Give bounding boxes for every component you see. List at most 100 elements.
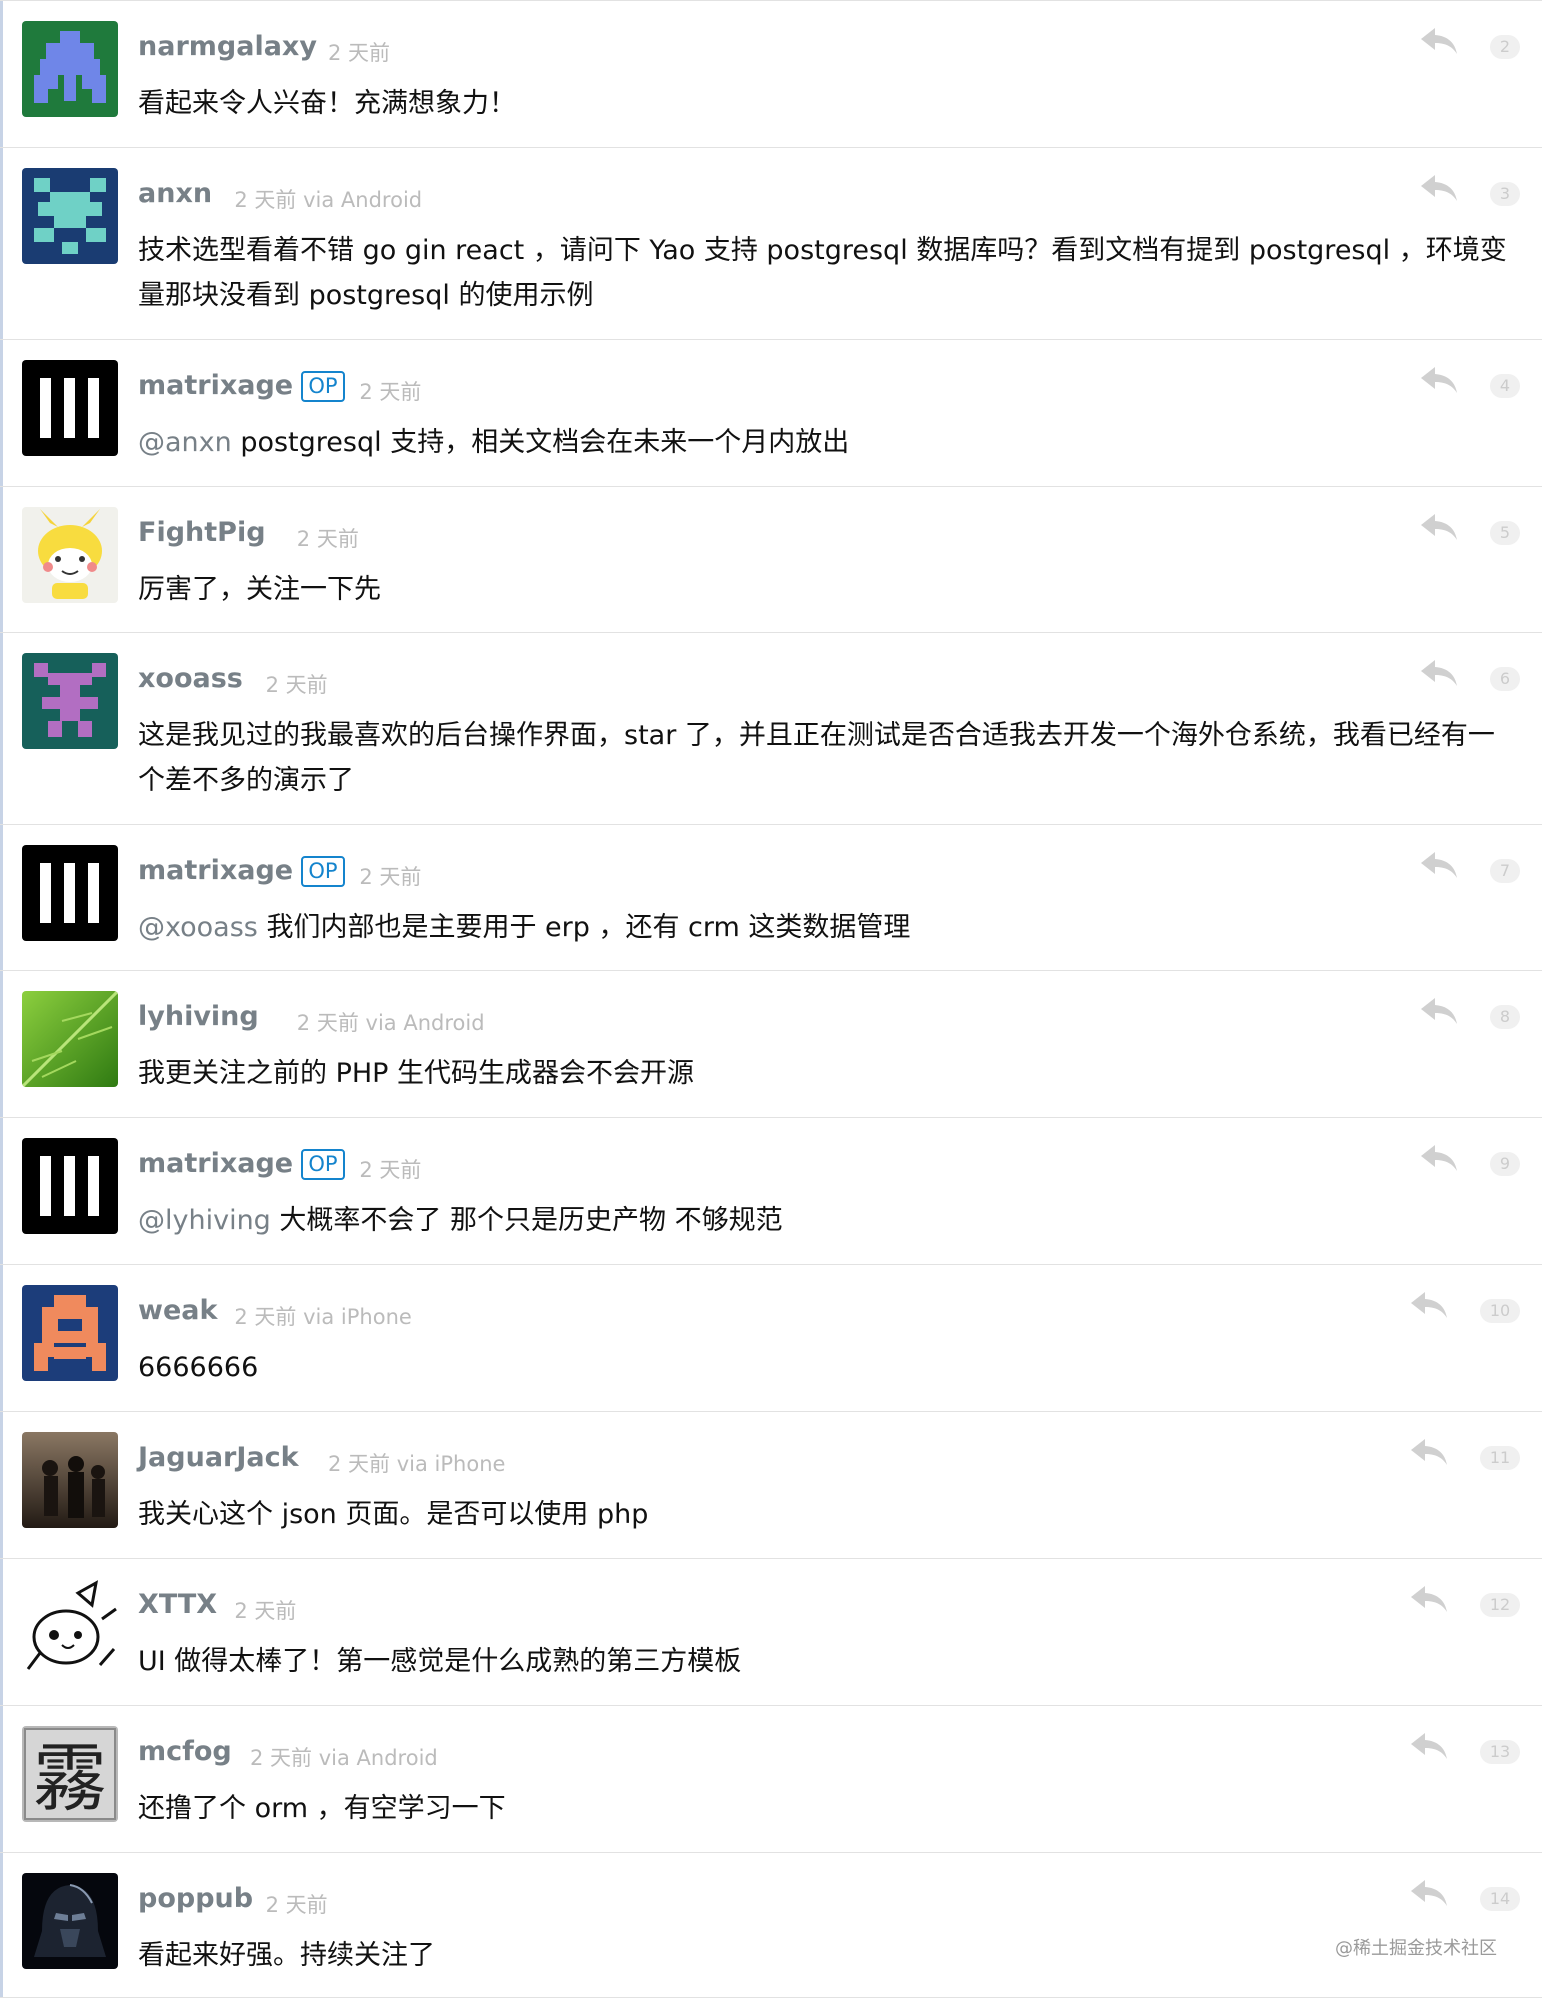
- reply-arrow-icon: [1421, 514, 1457, 540]
- username-link[interactable]: matrixage: [138, 370, 293, 401]
- reply-icon[interactable]: [1410, 1437, 1448, 1467]
- reply-time: 2 天前: [234, 1305, 297, 1329]
- floor-number-badge: 4: [1490, 374, 1520, 398]
- mention-link[interactable]: xooass: [165, 912, 258, 943]
- reply-text: postgresql 支持，相关文档会在未来一个月内放出: [231, 427, 850, 458]
- watermark: @稀土掘金技术社区: [1335, 1938, 1497, 1959]
- reply-meta: 2 天前: [234, 1595, 296, 1625]
- reply-text: 厉害了，关注一下先: [138, 574, 381, 605]
- reply-meta: 2 天前: [266, 669, 328, 699]
- reply-item: xooass 2 天前这是我见过的我最喜欢的后台操作界面，star 了，并且正在测…: [0, 632, 1542, 824]
- reply-icon[interactable]: [1420, 26, 1458, 56]
- username-link[interactable]: FightPig: [138, 517, 266, 548]
- reply-content: UI 做得太棒了！第一感觉是什么成熟的第三方模板: [138, 1639, 1513, 1684]
- reply-time: 2 天前: [296, 1011, 359, 1035]
- username-link[interactable]: lyhiving: [138, 1001, 259, 1032]
- reply-item: weak 2 天前 via iPhone 6666666 10: [0, 1264, 1542, 1411]
- reply-item: XTTX 2 天前 UI 做得太棒了！第一感觉是什么成熟的第三方模板 12: [0, 1558, 1542, 1705]
- reply-text: 看起来好强。持续关注了: [138, 1940, 435, 1971]
- reply-accent-bar: [0, 1265, 3, 1411]
- username-link[interactable]: XTTX: [138, 1589, 217, 1620]
- reply-icon[interactable]: [1420, 850, 1458, 880]
- reply-time: 2 天前: [296, 527, 359, 551]
- matrixage-avatar: [22, 1138, 118, 1234]
- reply-item: matrixage OP 2 天前 @xooass 我们内部也是主要用于 erp ，还…: [0, 824, 1542, 970]
- reply-icon[interactable]: [1420, 512, 1458, 542]
- reply-arrow-icon: [1411, 1292, 1447, 1318]
- reply-text: 我更关注之前的 PHP 生代码生成器会不会开源: [138, 1058, 695, 1089]
- avatar[interactable]: [22, 168, 118, 264]
- username-link[interactable]: matrixage: [138, 1148, 293, 1179]
- op-badge: OP: [301, 1149, 345, 1180]
- reply-icon[interactable]: [1410, 1878, 1448, 1908]
- reply-arrow-icon: [1421, 28, 1457, 54]
- lyhiving-avatar: [22, 991, 118, 1087]
- avatar[interactable]: [22, 1285, 118, 1381]
- mention-link[interactable]: @: [138, 427, 165, 458]
- reply-icon[interactable]: [1420, 365, 1458, 395]
- reply-accent-bar: [0, 1559, 3, 1705]
- reply-arrow-icon: [1411, 1439, 1447, 1465]
- avatar[interactable]: [22, 991, 118, 1087]
- floor-number-badge: 11: [1480, 1446, 1520, 1470]
- weak-avatar: [22, 1285, 118, 1381]
- reply-arrow-icon: [1411, 1880, 1447, 1906]
- avatar[interactable]: [22, 1873, 118, 1969]
- reply-icon[interactable]: [1410, 1290, 1448, 1320]
- avatar[interactable]: [22, 21, 118, 117]
- reply-icon[interactable]: [1410, 1731, 1448, 1761]
- avatar[interactable]: [22, 360, 118, 456]
- avatar[interactable]: [22, 1138, 118, 1234]
- username-link[interactable]: narmgalaxy: [138, 31, 317, 62]
- reply-icon[interactable]: [1420, 658, 1458, 688]
- mention-link[interactable]: @: [138, 1205, 165, 1236]
- reply-icon[interactable]: [1420, 996, 1458, 1026]
- username-link[interactable]: poppub: [138, 1883, 253, 1914]
- username-link[interactable]: xooass: [138, 663, 243, 694]
- reply-icon[interactable]: [1420, 173, 1458, 203]
- floor-number-badge: 12: [1480, 1593, 1520, 1617]
- reply-accent-bar: [0, 1853, 3, 1997]
- reply-device: via Android: [318, 1746, 438, 1770]
- avatar[interactable]: [22, 845, 118, 941]
- reply-content: 还撸了个 orm ，有空学习一下: [138, 1786, 1513, 1831]
- reply-arrow-icon: [1411, 1586, 1447, 1612]
- avatar[interactable]: [22, 507, 118, 603]
- username-link[interactable]: anxn: [138, 178, 212, 209]
- avatar[interactable]: [22, 1432, 118, 1528]
- mention-link[interactable]: lyhiving: [165, 1205, 271, 1236]
- reply-item: lyhiving 2 天前 via Android 我更关注之前的 PHP 生代码生…: [0, 970, 1542, 1117]
- reply-content: 6666666: [138, 1345, 1513, 1390]
- username-link[interactable]: mcfog: [138, 1736, 232, 1767]
- mcfog-avatar: 霧: [22, 1726, 118, 1822]
- floor-number-badge: 3: [1490, 182, 1520, 206]
- avatar[interactable]: [22, 1579, 118, 1675]
- mention-link[interactable]: @: [138, 912, 165, 943]
- reply-accent-bar: [0, 1, 3, 147]
- reply-meta: 2 天前: [328, 37, 390, 67]
- reply-device: via Android: [365, 1011, 485, 1035]
- reply-icon[interactable]: [1410, 1584, 1448, 1614]
- reply-item: poppub 2 天前 看起来好强。持续关注了 14: [0, 1852, 1542, 1998]
- reply-content: @anxn postgresql 支持，相关文档会在未来一个月内放出: [138, 420, 1513, 465]
- reply-content: @lyhiving 大概率不会了 那个只是历史产物 不够规范: [138, 1198, 1513, 1243]
- avatar[interactable]: [22, 653, 118, 749]
- reply-accent-bar: [0, 1118, 3, 1264]
- mention-link[interactable]: anxn: [165, 427, 232, 458]
- reply-item: FightPig 2 天前 厉害了，关注一下先 5: [0, 486, 1542, 632]
- reply-device: via iPhone: [396, 1452, 506, 1476]
- reply-device: via iPhone: [303, 1305, 412, 1329]
- username-link[interactable]: weak: [138, 1295, 217, 1326]
- username-link[interactable]: JaguarJack: [138, 1442, 299, 1473]
- username-link[interactable]: matrixage: [138, 855, 293, 886]
- floor-number-badge: 10: [1480, 1299, 1520, 1323]
- floor-number-badge: 14: [1480, 1887, 1520, 1911]
- reply-content: 看起来好强。持续关注了: [138, 1933, 1513, 1978]
- reply-text: 这是我见过的我最喜欢的后台操作界面，star 了，并且正在测试是否合适我去开发一…: [138, 720, 1495, 796]
- reply-item: JaguarJack 2 天前 via iPhone 我关心这个 json 页面。是…: [0, 1411, 1542, 1558]
- reply-time: 2 天前: [250, 1746, 313, 1770]
- reply-icon[interactable]: [1420, 1143, 1458, 1173]
- reply-time: 2 天前: [359, 380, 422, 404]
- reply-accent-bar: [0, 340, 3, 486]
- avatar[interactable]: 霧: [22, 1726, 118, 1822]
